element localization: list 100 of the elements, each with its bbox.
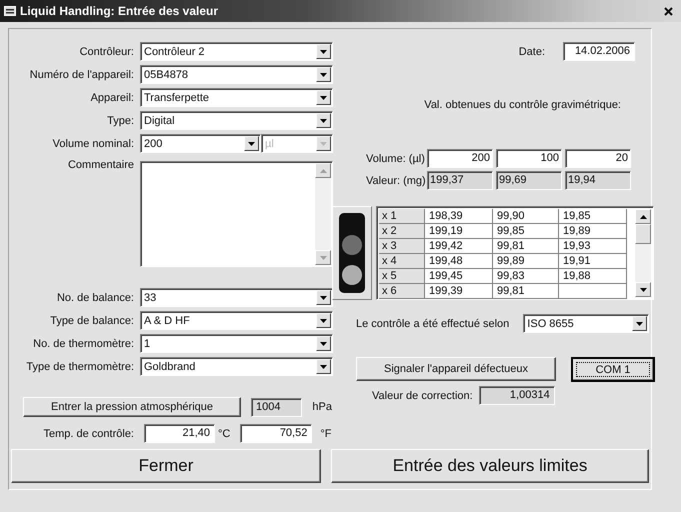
scrollbar[interactable] [635,209,651,297]
row-header: x 4 [379,254,425,269]
dropdown-field[interactable]: Goldbrand [140,357,333,376]
close-dialog-button[interactable]: Fermer [11,449,322,483]
field-label: Volume: (µl) [366,152,424,164]
value-field: 199,37 [427,171,493,190]
com-port-button[interactable]: COM 1 [571,357,655,382]
pressure-field: 1004 [251,398,302,416]
down-arrow-icon [636,322,644,326]
down-arrow-icon [320,142,327,146]
dropdown-button[interactable] [316,113,331,128]
celsius-field[interactable]: 21,40 [144,424,215,443]
volume-field[interactable]: 20 [565,149,631,168]
field-label: Le contrôle a été effectué selon [356,318,510,330]
dropdown-button[interactable] [244,136,259,151]
field-label: Volume nominal: [52,138,134,150]
table-cell: 199,48 [425,254,493,269]
volume-field[interactable]: 200 [427,149,493,168]
row-header: x 1 [379,209,425,224]
up-arrow-icon [320,168,326,172]
dropdown-field[interactable]: A & D HF [140,311,333,330]
field-label: Type: [106,114,134,126]
scrollbar[interactable] [315,163,331,265]
dropdown-button[interactable] [316,313,331,328]
table-cell: 99,85 [493,224,559,239]
unit-label: hPa [312,401,332,413]
table-cell: 199,19 [425,224,493,239]
close-icon[interactable] [664,6,673,16]
dropdown-button[interactable] [316,44,331,59]
dropdown-field[interactable]: 1 [140,334,333,353]
field-label: Type de thermomètre: [25,360,134,372]
dropdown-field[interactable]: Contrôleur 2 [140,42,333,61]
correction-field: 1,00314 [478,386,555,405]
dropdown-button[interactable] [316,67,331,82]
table-cell: 19,93 [559,239,627,254]
section-heading: Val. obtenues du contrôle gravimétrique: [423,99,622,111]
field-label: No. de balance: [56,292,134,304]
field-label: Valeur: (mg) [366,174,424,186]
down-arrow-icon [320,342,327,346]
down-arrow-icon [320,118,327,122]
table-cell: 198,39 [425,209,493,224]
down-arrow-icon [320,72,327,76]
down-arrow-icon [320,318,327,322]
dropdown-button[interactable] [632,316,648,331]
fahrenheit-field[interactable]: 70,52 [240,424,312,443]
volume-field[interactable]: 100 [496,149,562,168]
report-defect-button[interactable]: Signaler l'appareil défectueux [356,357,556,381]
dropdown-field[interactable]: ISO 8655 [523,314,650,333]
down-arrow-icon [320,96,327,100]
unit-label: °C [218,428,230,440]
row-header: x 6 [379,284,425,299]
down-arrow-icon [640,288,646,292]
comment-field[interactable] [140,161,333,267]
table-cell: 19,89 [559,224,627,239]
dropdown-field[interactable]: 33 [140,288,333,307]
table-cell: 99,81 [493,239,559,254]
dropdown-button[interactable] [316,359,331,374]
scroll-thumb[interactable] [635,224,651,244]
row-header: x 2 [379,224,425,239]
down-arrow-icon [320,364,327,368]
dropdown-field[interactable]: Transferpette [140,88,333,107]
field-label: Date: [518,46,545,58]
value-field: 99,69 [496,171,562,190]
unit-label: °F [320,428,332,440]
field-label: Temp. de contrôle: [42,428,134,440]
date-field[interactable]: 14.02.2006 [563,42,635,61]
down-arrow-icon [320,296,327,300]
dropdown-field[interactable]: 05B4878 [140,65,333,84]
dropdown-button[interactable] [316,336,331,351]
field-label: Numéro de l'appareil: [28,68,134,80]
dropdown-button[interactable] [316,290,331,305]
window-icon [4,6,16,16]
down-arrow-icon [248,142,255,146]
up-arrow-icon [640,214,646,218]
dropdown-field[interactable]: 200 [140,134,261,153]
field-label: Valeur de correction: [372,390,473,402]
field-label: Appareil: [90,92,134,104]
limit-values-button[interactable]: Entrée des valeurs limites [331,449,649,483]
table-cell: 199,39 [425,284,493,299]
table-cell: 199,42 [425,239,493,254]
field-label: No. de thermomètre: [32,338,134,350]
window-title: Liquid Handling: Entrée des valeur [20,4,220,18]
table-cell: 19,88 [559,269,627,284]
table-cell: 99,89 [493,254,559,269]
field-label: Type de balance: [49,314,134,326]
pressure-button[interactable]: Entrer la pression atmosphérique [23,397,241,417]
table-cell: 99,83 [493,269,559,284]
table-cell: 99,81 [493,284,559,299]
down-arrow-icon [320,256,326,260]
value-field: 19,94 [565,171,631,190]
table-cell: 99,90 [493,209,559,224]
down-arrow-icon [320,50,327,54]
dropdown-field[interactable]: Digital [140,111,333,130]
row-header: x 3 [379,239,425,254]
field-label: Commentaire [66,158,134,171]
table-cell: 19,85 [559,209,627,224]
field-label: Contrôleur: [78,46,134,58]
dropdown-button[interactable] [316,90,331,105]
row-header: x 5 [379,269,425,284]
table-cell: 199,45 [425,269,493,284]
